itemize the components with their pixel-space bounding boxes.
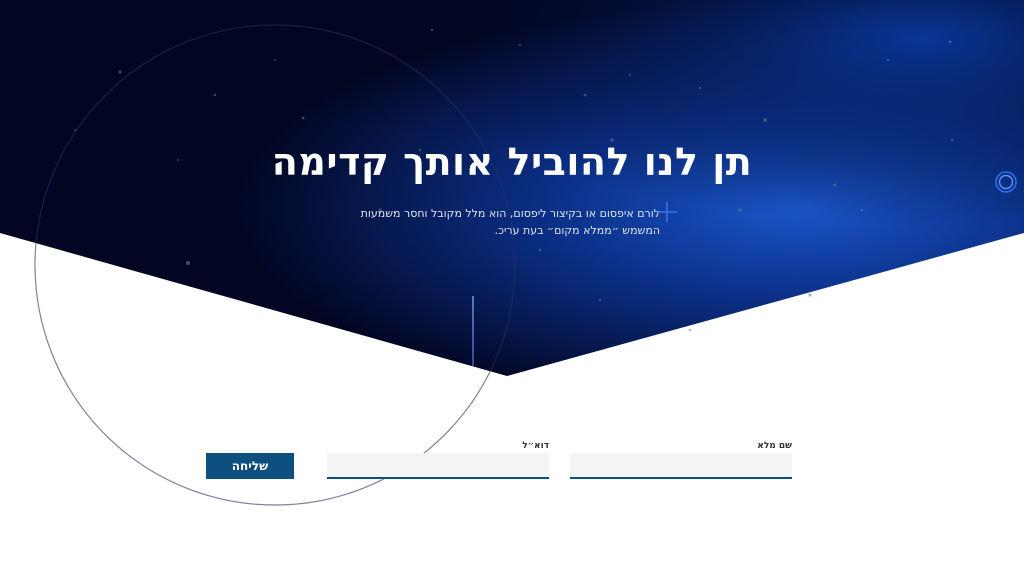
email-label: דוא״ל	[522, 441, 549, 451]
hero-subtitle: לורם איפסום או בקיצור ליפסום, הוא מלל מק…	[360, 207, 660, 237]
hero-background	[0, 0, 1024, 506]
decorative-line	[472, 296, 474, 366]
page-title: תן לנו להוביל אותך קדימה	[271, 140, 753, 184]
full-name-label: שם מלא	[757, 441, 792, 451]
full-name-field[interactable]	[570, 453, 792, 479]
submit-button[interactable]: שליחה	[206, 453, 294, 479]
email-field[interactable]	[327, 453, 549, 479]
ring-icon	[995, 171, 1017, 193]
hero-section: תן לנו להוביל אותך קדימה לורם איפסום או …	[0, 0, 1024, 577]
plus-icon	[657, 202, 677, 222]
